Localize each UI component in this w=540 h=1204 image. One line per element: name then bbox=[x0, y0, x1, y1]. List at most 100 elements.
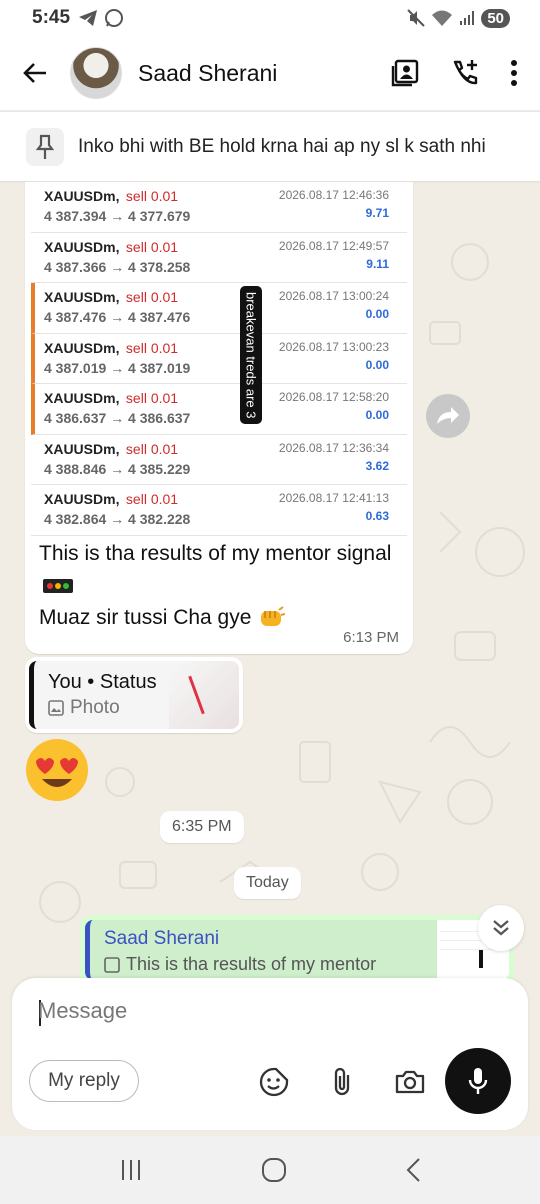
trade-row: XAUUSDm, sell 0.01 4 387.019 → 4 387.019… bbox=[31, 333, 407, 384]
forward-icon bbox=[437, 407, 459, 424]
trade-row: XAUUSDm, sell 0.01 4 386.637 → 4 386.637… bbox=[31, 384, 407, 435]
trade-side: sell 0.01 bbox=[125, 440, 179, 457]
recent-apps-icon[interactable] bbox=[119, 1159, 143, 1181]
trade-row: XAUUSDm, sell 0.01 4 382.864 → 4 382.228… bbox=[31, 485, 407, 536]
trade-prices: 4 387.019 → 4 387.019 bbox=[44, 359, 191, 376]
trade-date: 2026.08.17 13:00:24 bbox=[278, 289, 389, 303]
scroll-to-bottom-button[interactable] bbox=[478, 905, 524, 951]
pinned-message-text: Inko bhi with BE hold krna hai ap ny sl … bbox=[78, 135, 486, 157]
arrow-left-icon bbox=[23, 63, 46, 83]
trade-row: XAUUSDm, sell 0.01 4 387.366 → 4 378.258… bbox=[31, 233, 407, 283]
back-button[interactable] bbox=[0, 61, 70, 85]
trade-symbol: XAUUSDm, bbox=[44, 339, 120, 356]
status-bar: 5:45 50 bbox=[0, 0, 540, 36]
trade-history-image[interactable]: XAUUSDm, sell 0.01 4 387.394 → 4 377.679… bbox=[31, 182, 407, 536]
my-reply-button[interactable]: My reply bbox=[29, 1060, 139, 1102]
quoted-message[interactable]: Saad Sherani This is tha results of my m… bbox=[85, 920, 509, 980]
trade-date: 2026.08.17 12:41:13 bbox=[278, 491, 389, 505]
fist-bump-emoji bbox=[261, 606, 286, 627]
status-thumbnail bbox=[169, 661, 239, 729]
incoming-image-message[interactable]: XAUUSDm, sell 0.01 4 387.394 → 4 377.679… bbox=[25, 182, 413, 654]
chat-area[interactable]: XAUUSDm, sell 0.01 4 387.394 → 4 377.679… bbox=[0, 182, 540, 982]
traffic-light-emoji bbox=[43, 579, 73, 594]
forward-button[interactable] bbox=[426, 394, 470, 438]
home-icon[interactable] bbox=[261, 1157, 287, 1183]
trade-profit: 0.00 bbox=[365, 408, 389, 422]
trade-side: sell 0.01 bbox=[125, 188, 179, 204]
trade-profit: 3.62 bbox=[365, 458, 389, 473]
caption-line-2: Muaz sir tussi Cha gye bbox=[39, 606, 252, 629]
trade-date: 2026.08.17 12:49:57 bbox=[278, 238, 389, 253]
add-call-icon[interactable] bbox=[450, 58, 480, 88]
message-composer: My reply bbox=[12, 978, 528, 1130]
trade-symbol: XAUUSDm, bbox=[44, 440, 120, 457]
trade-side: sell 0.01 bbox=[125, 238, 179, 255]
trade-side: sell 0.01 bbox=[125, 390, 179, 406]
signal-icon bbox=[460, 11, 475, 25]
telegram-icon bbox=[79, 10, 98, 26]
trade-prices: 4 386.637 → 4 386.637 bbox=[44, 410, 191, 426]
pin-icon bbox=[26, 127, 64, 166]
breakeven-annotation: breakevan treds are 3 bbox=[240, 286, 262, 424]
trade-date: 2026.08.17 12:58:20 bbox=[278, 390, 389, 404]
status-reply-message[interactable]: You • Status Photo bbox=[25, 657, 243, 733]
trade-side: sell 0.01 bbox=[125, 491, 179, 507]
system-navigation-bar bbox=[0, 1136, 540, 1204]
avatar[interactable] bbox=[70, 47, 122, 99]
trade-profit: 0.00 bbox=[365, 357, 389, 372]
contact-card-icon[interactable] bbox=[390, 58, 420, 88]
voice-message-button[interactable] bbox=[445, 1048, 511, 1114]
trade-profit: 0.00 bbox=[365, 307, 389, 321]
trade-date: 2026.08.17 13:00:23 bbox=[278, 339, 389, 354]
contact-name[interactable]: Saad Sherani bbox=[138, 60, 277, 87]
camera-button[interactable] bbox=[394, 1066, 426, 1098]
trade-symbol: XAUUSDm, bbox=[44, 188, 120, 204]
chat-header: Saad Sherani bbox=[0, 36, 540, 110]
trade-profit: 9.71 bbox=[365, 206, 389, 220]
pinned-message-bar[interactable]: Inko bhi with BE hold krna hai ap ny sl … bbox=[0, 111, 540, 181]
photo-icon bbox=[104, 956, 120, 973]
caption-line-1: This is tha results of my mentor signal bbox=[39, 542, 392, 565]
trade-side: sell 0.01 bbox=[125, 289, 179, 305]
trade-prices: 4 388.846 → 4 385.229 bbox=[44, 460, 191, 477]
trade-profit: 9.11 bbox=[366, 256, 389, 271]
status-time: 5:45 bbox=[32, 7, 71, 28]
back-nav-icon[interactable] bbox=[405, 1157, 421, 1183]
trade-row: XAUUSDm, sell 0.01 4 388.846 → 4 385.229… bbox=[31, 435, 407, 485]
mute-icon bbox=[407, 9, 426, 27]
trade-profit: 0.63 bbox=[365, 509, 389, 523]
photo-icon bbox=[48, 700, 64, 716]
trade-symbol: XAUUSDm, bbox=[44, 491, 120, 507]
quoted-text: This is tha results of my mentor bbox=[126, 954, 377, 974]
status-reply-subtitle: Photo bbox=[70, 697, 120, 718]
sticker-button[interactable] bbox=[258, 1066, 290, 1098]
trade-row: XAUUSDm, sell 0.01 4 387.394 → 4 377.679… bbox=[31, 182, 407, 233]
trade-prices: 4 382.864 → 4 382.228 bbox=[44, 511, 191, 527]
trade-side: sell 0.01 bbox=[125, 339, 179, 356]
message-input[interactable] bbox=[38, 998, 438, 1024]
heart-eyes-emoji[interactable] bbox=[24, 737, 90, 803]
outgoing-reply-message[interactable]: Saad Sherani This is tha results of my m… bbox=[80, 915, 514, 982]
microphone-icon bbox=[468, 1068, 488, 1094]
date-pill: Today bbox=[234, 867, 301, 899]
paperclip-icon bbox=[334, 1067, 350, 1096]
trade-prices: 4 387.476 → 4 387.476 bbox=[44, 309, 191, 325]
sticker-icon bbox=[259, 1067, 289, 1097]
attach-button[interactable] bbox=[326, 1066, 358, 1098]
time-pill: 6:35 PM bbox=[160, 811, 244, 843]
trade-prices: 4 387.366 → 4 378.258 bbox=[44, 258, 191, 275]
trade-symbol: XAUUSDm, bbox=[44, 238, 120, 255]
message-caption: This is tha results of my mentor signal … bbox=[39, 538, 399, 634]
whatsapp-icon bbox=[105, 9, 124, 27]
message-timestamp: 6:13 PM bbox=[343, 629, 399, 646]
camera-icon bbox=[395, 1070, 425, 1094]
more-options-icon[interactable] bbox=[510, 60, 518, 86]
trade-symbol: XAUUSDm, bbox=[44, 390, 120, 406]
trade-row: XAUUSDm, sell 0.01 4 387.476 → 4 387.476… bbox=[31, 283, 407, 334]
double-chevron-down-icon bbox=[493, 920, 509, 936]
trade-symbol: XAUUSDm, bbox=[44, 289, 120, 305]
trade-date: 2026.08.17 12:36:34 bbox=[278, 440, 389, 455]
trade-prices: 4 387.394 → 4 377.679 bbox=[44, 208, 191, 224]
wifi-icon bbox=[432, 10, 453, 26]
trade-date: 2026.08.17 12:46:36 bbox=[278, 188, 389, 202]
